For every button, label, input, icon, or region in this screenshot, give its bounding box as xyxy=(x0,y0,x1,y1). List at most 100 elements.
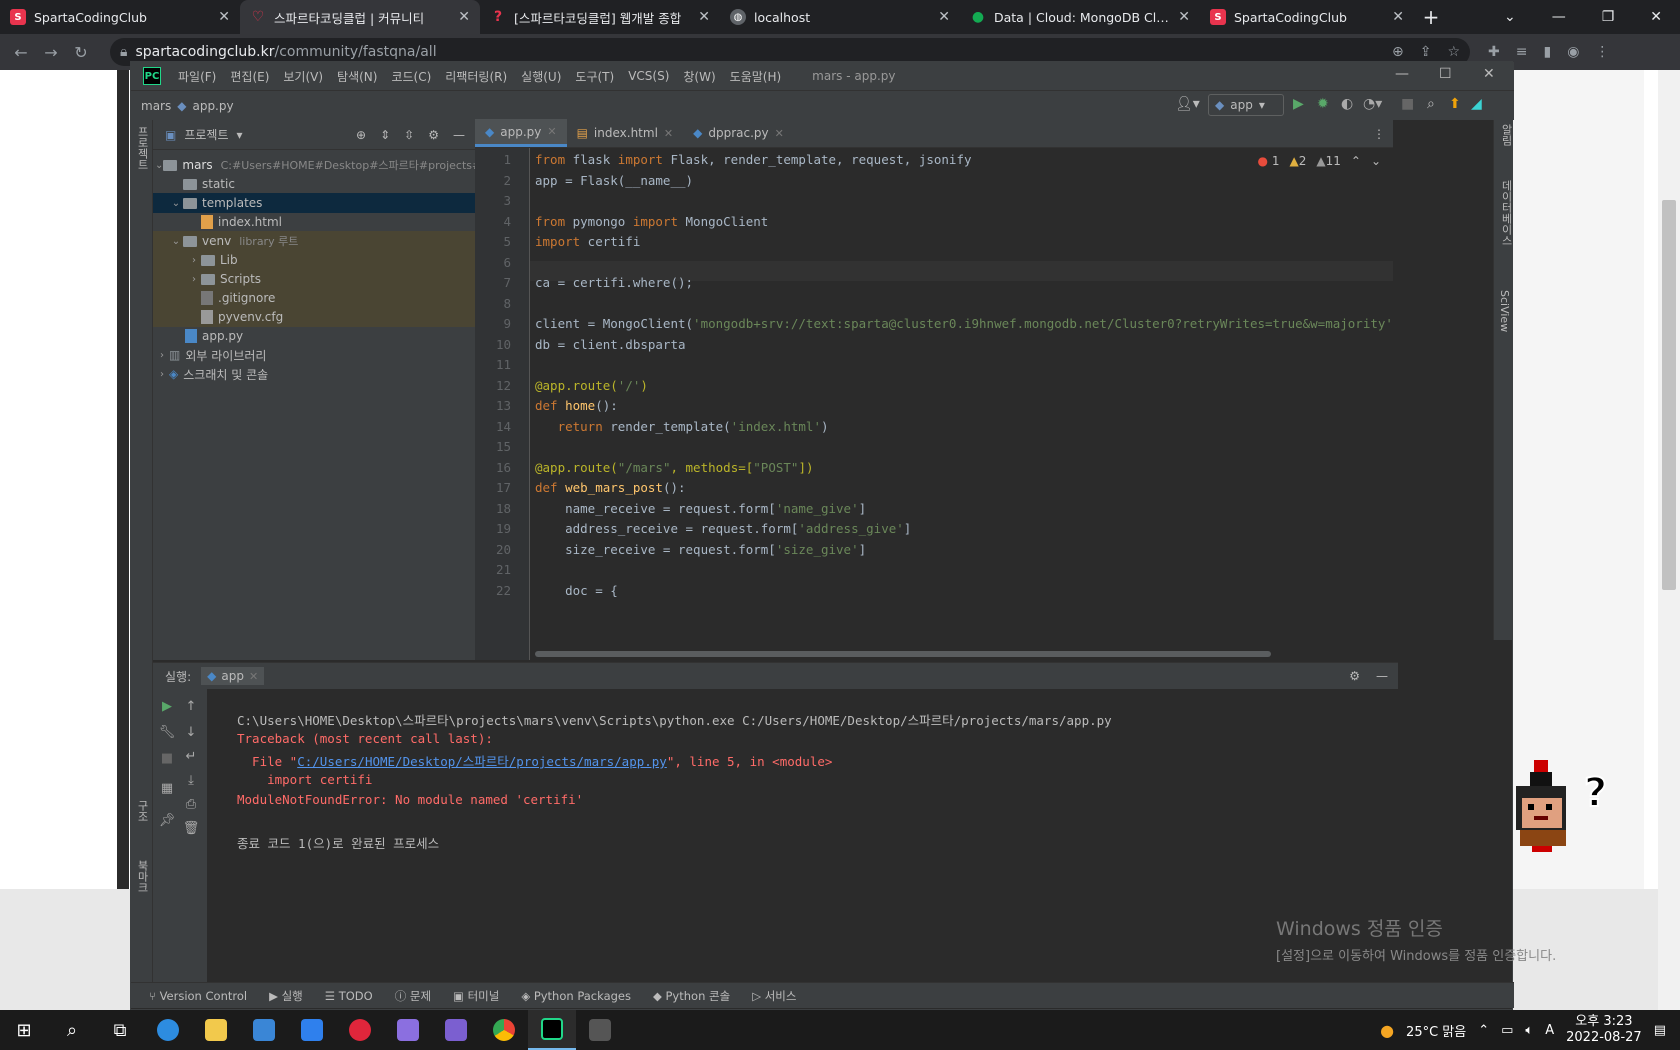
chevron-up-icon[interactable]: ⌃ xyxy=(1351,154,1361,168)
debug-icon[interactable]: ✹ xyxy=(1317,96,1329,112)
menu-run[interactable]: 실행(U) xyxy=(514,68,568,85)
wrench-icon[interactable]: 🔧︎ xyxy=(157,725,177,740)
tab-index-html[interactable]: ▤ index.html ✕ xyxy=(567,119,684,147)
tree-item-scripts[interactable]: › Scripts xyxy=(153,269,475,289)
gear-icon[interactable]: ⚙ xyxy=(428,128,439,142)
tool-version-control[interactable]: ⑂ Version Control xyxy=(149,989,247,1003)
tree-item-venv[interactable]: ⌄ venv library 루트 xyxy=(153,231,475,251)
browser-tab[interactable]: ● Data | Cloud: MongoDB Cloud ✕ xyxy=(960,0,1200,34)
pin-icon[interactable]: 📌︎ xyxy=(157,813,177,828)
discord-like-app2-icon[interactable] xyxy=(432,1010,480,1050)
more-icon[interactable]: ⋮ xyxy=(1595,44,1609,60)
run-config-select[interactable]: ◆ app ▾ xyxy=(1208,94,1284,116)
gear-icon[interactable]: ⚙ xyxy=(1349,669,1360,683)
tool-project[interactable]: 프로젝트 xyxy=(134,126,150,170)
close-icon[interactable]: ✕ xyxy=(547,125,556,138)
ime-indicator[interactable]: A xyxy=(1545,1023,1554,1038)
minimize-icon[interactable]: — xyxy=(1552,9,1566,25)
file-explorer-icon[interactable] xyxy=(192,1010,240,1050)
back-icon[interactable]: ← xyxy=(6,43,36,62)
tool-python-console[interactable]: ◆ Python 콘솔 xyxy=(653,988,730,1004)
ide-minimize-icon[interactable]: — xyxy=(1395,66,1409,82)
browser-tab[interactable]: S SpartaCodingClub ✕ xyxy=(0,0,240,34)
more-icon[interactable]: ⋮ xyxy=(1373,127,1393,147)
reload-icon[interactable]: ↻ xyxy=(66,43,96,62)
speaker-icon[interactable]: 🔈︎ xyxy=(1525,1023,1533,1038)
tool-sciview[interactable]: SciView xyxy=(1498,290,1511,332)
tree-item-gitignore[interactable]: .gitignore xyxy=(153,288,475,308)
menu-refactor[interactable]: 리팩터링(R) xyxy=(438,68,514,85)
scroll-down-icon[interactable]: ↓ xyxy=(181,725,201,740)
extensions-icon[interactable]: ✚ xyxy=(1488,44,1500,60)
search-icon[interactable]: ⌕ xyxy=(48,1010,96,1050)
tree-item-templates[interactable]: ⌄ templates xyxy=(153,193,475,213)
tab-app-py[interactable]: ◆ app.py ✕ xyxy=(475,119,567,147)
tool-todo[interactable]: ☰ TODO xyxy=(325,989,373,1003)
inspection-widget[interactable]: ● 1 ▲2 ▲11 ⌃ ⌄ xyxy=(1258,154,1381,168)
locate-icon[interactable]: ⊕ xyxy=(356,128,366,142)
menu-file[interactable]: 파일(F) xyxy=(171,68,223,85)
user-icon[interactable]: 👤︎▾ xyxy=(1175,96,1200,112)
search-icon[interactable]: ⌕ xyxy=(1427,96,1435,112)
tab-search-icon[interactable]: ⌄ xyxy=(1504,9,1516,25)
tab-dpprac-py[interactable]: ◆ dpprac.py ✕ xyxy=(683,119,794,147)
tree-root[interactable]: ⌄ mars C:#Users#HOME#Desktop#스파르타#projects… xyxy=(153,155,492,175)
clock[interactable]: 오후 3:23 2022-08-27 xyxy=(1566,1014,1642,1046)
profile-icon[interactable]: ◔▾ xyxy=(1363,96,1382,112)
tool-python-packages[interactable]: ◈ Python Packages xyxy=(521,989,631,1003)
chrome-icon[interactable] xyxy=(480,1010,528,1050)
rerun-icon[interactable]: ▶ xyxy=(157,699,177,714)
close-icon[interactable]: ✕ xyxy=(1392,9,1404,25)
close-icon[interactable]: ✕ xyxy=(218,9,230,25)
restore-icon[interactable]: ❐ xyxy=(1602,9,1615,25)
profile-avatar-icon[interactable]: ◉ xyxy=(1567,44,1579,60)
menu-help[interactable]: 도움말(H) xyxy=(723,68,789,85)
tree-item-lib[interactable]: › Lib xyxy=(153,250,475,270)
browser-tab-active[interactable]: ♡ 스파르타코딩클럽 | 커뮤니티 ✕ xyxy=(240,0,480,34)
side-panel-icon[interactable]: ▮ xyxy=(1543,44,1551,60)
media-icon[interactable]: ≡ xyxy=(1516,44,1528,60)
scroll-to-end-icon[interactable]: ⤓ xyxy=(181,773,201,788)
traceback-file-link[interactable]: C:/Users/HOME/Desktop/스파르타/projects/mars… xyxy=(297,754,667,769)
close-icon[interactable]: ✕ xyxy=(1178,9,1190,25)
menu-code[interactable]: 코드(C) xyxy=(384,68,438,85)
tool-structure[interactable]: 구조 xyxy=(134,800,150,822)
mail-icon[interactable] xyxy=(288,1010,336,1050)
opera-icon[interactable] xyxy=(336,1010,384,1050)
tool-notifications[interactable]: 알림 xyxy=(1498,124,1514,146)
tree-item-external-libs[interactable]: › ▥ 외부 라이브러리 xyxy=(153,345,475,365)
bookmark-star-icon[interactable]: ☆ xyxy=(1447,44,1460,60)
close-icon[interactable]: ✕ xyxy=(664,127,673,140)
trash-icon[interactable]: 🗑︎ xyxy=(181,821,201,836)
ide-maximize-icon[interactable]: ☐ xyxy=(1439,66,1452,82)
expand-all-icon[interactable]: ⇕ xyxy=(380,128,390,142)
close-window-icon[interactable]: ✕ xyxy=(1650,9,1662,25)
pycharm-taskbar-icon[interactable] xyxy=(528,1010,576,1050)
tree-item-pyvenv[interactable]: pyvenv.cfg xyxy=(153,307,475,327)
tool-database[interactable]: 데이터베이스 xyxy=(1498,180,1514,246)
coverage-icon[interactable]: ◐ xyxy=(1341,96,1353,112)
stop-icon[interactable]: ■ xyxy=(1401,96,1414,112)
menu-tools[interactable]: 도구(T) xyxy=(568,68,621,85)
breadcrumb-file[interactable]: app.py xyxy=(192,99,233,113)
tool-bookmarks[interactable]: 북마크 xyxy=(134,860,150,893)
tree-item-scratches[interactable]: › ◈ 스크래치 및 콘솔 xyxy=(153,364,475,384)
jetbrains-logo-icon[interactable]: ◢ xyxy=(1471,96,1482,112)
stop-icon[interactable]: ■ xyxy=(157,751,177,766)
edge-icon[interactable] xyxy=(144,1010,192,1050)
zoom-icon[interactable]: ⊕ xyxy=(1392,44,1404,60)
task-view-icon[interactable]: ⧉ xyxy=(96,1010,144,1050)
share-icon[interactable]: ⇪ xyxy=(1420,44,1432,60)
close-icon[interactable]: ✕ xyxy=(249,670,258,683)
print-icon[interactable]: ⎙ xyxy=(181,797,201,812)
soft-wrap-icon[interactable]: ↵ xyxy=(181,749,201,764)
network-icon[interactable]: ▭ xyxy=(1501,1023,1513,1038)
menu-navigate[interactable]: 탐색(N) xyxy=(330,68,384,85)
browser-tab[interactable]: ? [스파르타코딩클럽] 웹개발 종합 ✕ xyxy=(480,0,720,34)
hide-icon[interactable]: — xyxy=(453,128,465,142)
start-icon[interactable]: ⊞ xyxy=(0,1010,48,1050)
close-icon[interactable]: ✕ xyxy=(775,127,784,140)
ide-close-icon[interactable]: ✕ xyxy=(1483,66,1495,82)
hide-icon[interactable]: — xyxy=(1376,669,1388,683)
editor-hscrollbar[interactable] xyxy=(535,651,1271,657)
